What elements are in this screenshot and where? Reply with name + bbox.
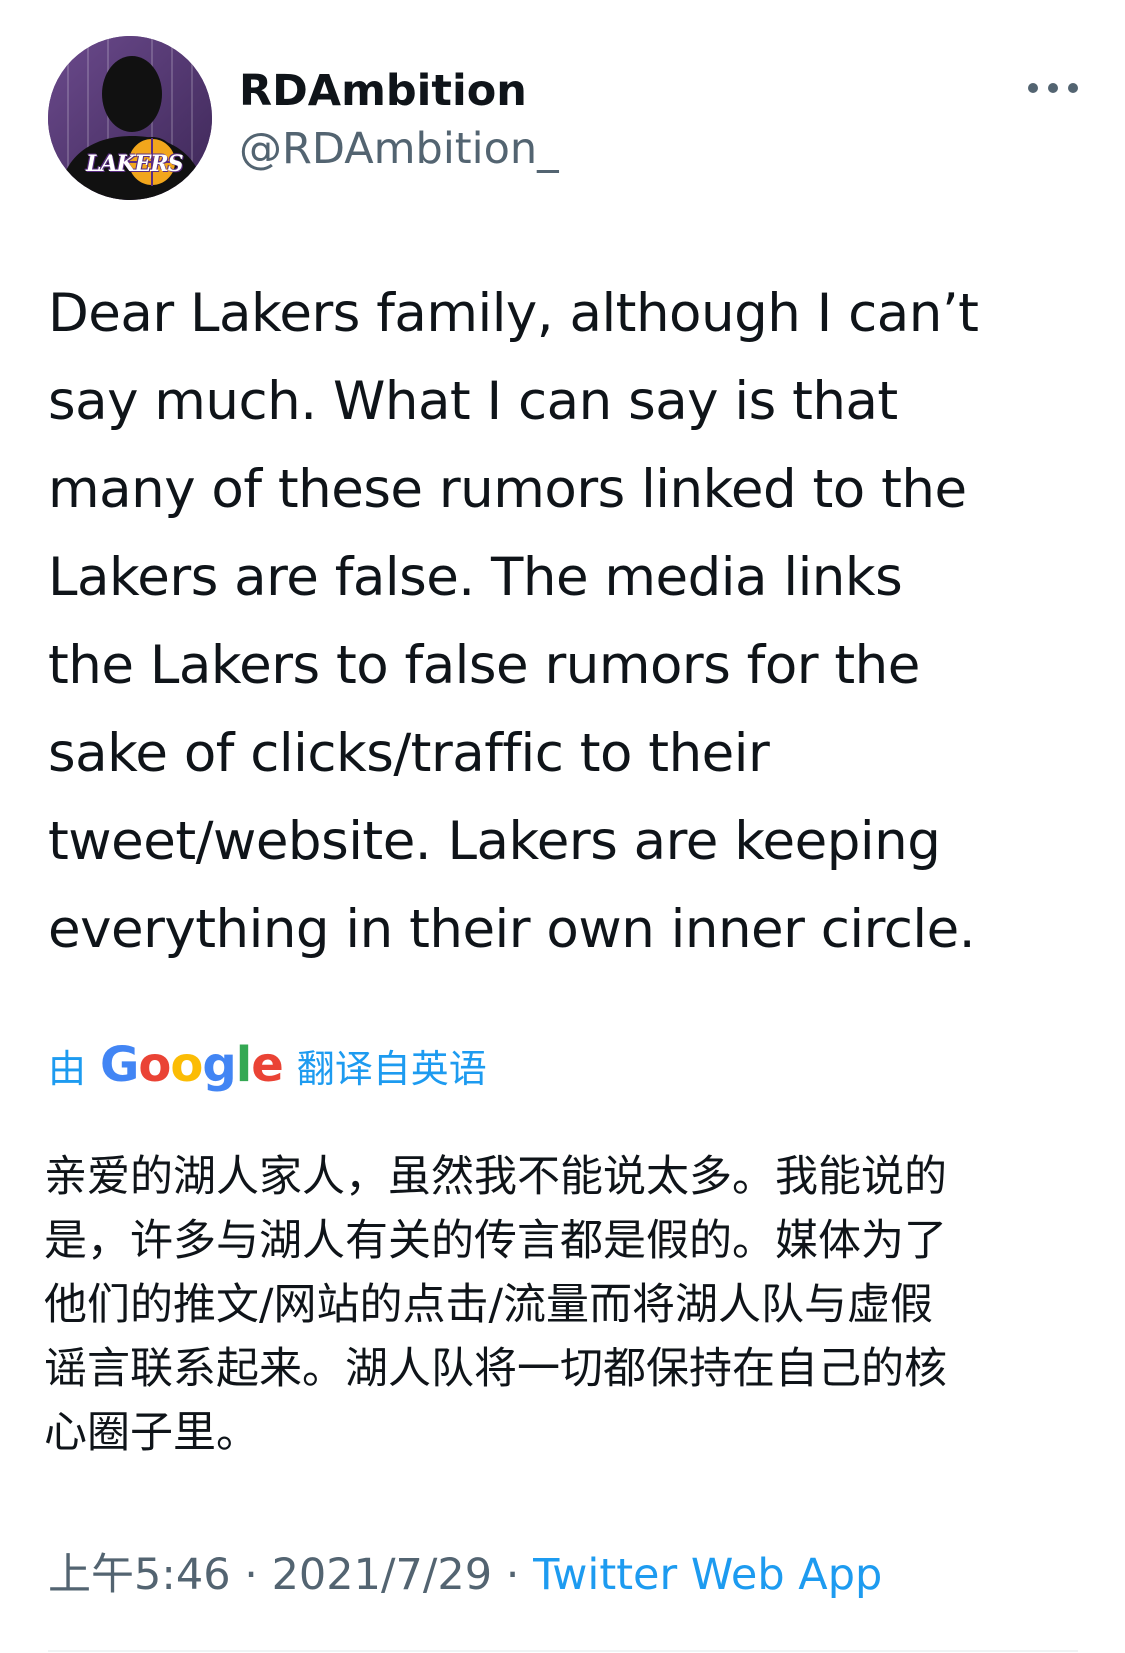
divider: [48, 1650, 1078, 1652]
tweet-date[interactable]: 2021/7/29: [272, 1550, 492, 1600]
author-handle[interactable]: @RDAmbition_: [239, 120, 559, 178]
more-dot: [1048, 83, 1058, 93]
tweet-source-link[interactable]: Twitter Web App: [533, 1550, 882, 1600]
translated-by-google-link[interactable]: 由 Google 翻译自英语: [48, 1035, 487, 1095]
tweet-header: LAKERS RDAmbition @RDAmbition_: [48, 36, 1078, 200]
avatar-logo-text: LAKERS: [86, 151, 184, 177]
translation-prefix: 由: [48, 1046, 87, 1091]
tweet-time[interactable]: 上午5:46: [48, 1550, 231, 1600]
meta-separator: ·: [492, 1550, 534, 1600]
tweet-meta: 上午5:46 · 2021/7/29 · Twitter Web App: [48, 1546, 882, 1604]
google-logo-icon: Google: [100, 1037, 284, 1093]
meta-separator: ·: [230, 1550, 272, 1600]
author-display-name[interactable]: RDAmbition: [239, 62, 559, 120]
tweet-text: Dear Lakers family, although I can’t say…: [48, 283, 979, 960]
avatar[interactable]: LAKERS: [48, 36, 212, 200]
author-names: RDAmbition @RDAmbition_: [239, 62, 559, 178]
more-horizontal-icon[interactable]: [1028, 76, 1078, 100]
tweet-detail: LAKERS RDAmbition @RDAmbition_ Dear Lake…: [0, 0, 1125, 1653]
more-dot: [1028, 83, 1038, 93]
translated-text: 亲爱的湖人家人，虽然我不能说太多。我能说的 是，许多与湖人有关的传言都是假的。媒…: [44, 1152, 947, 1458]
more-dot: [1068, 83, 1078, 93]
translation-suffix: 翻译自英语: [296, 1046, 487, 1091]
